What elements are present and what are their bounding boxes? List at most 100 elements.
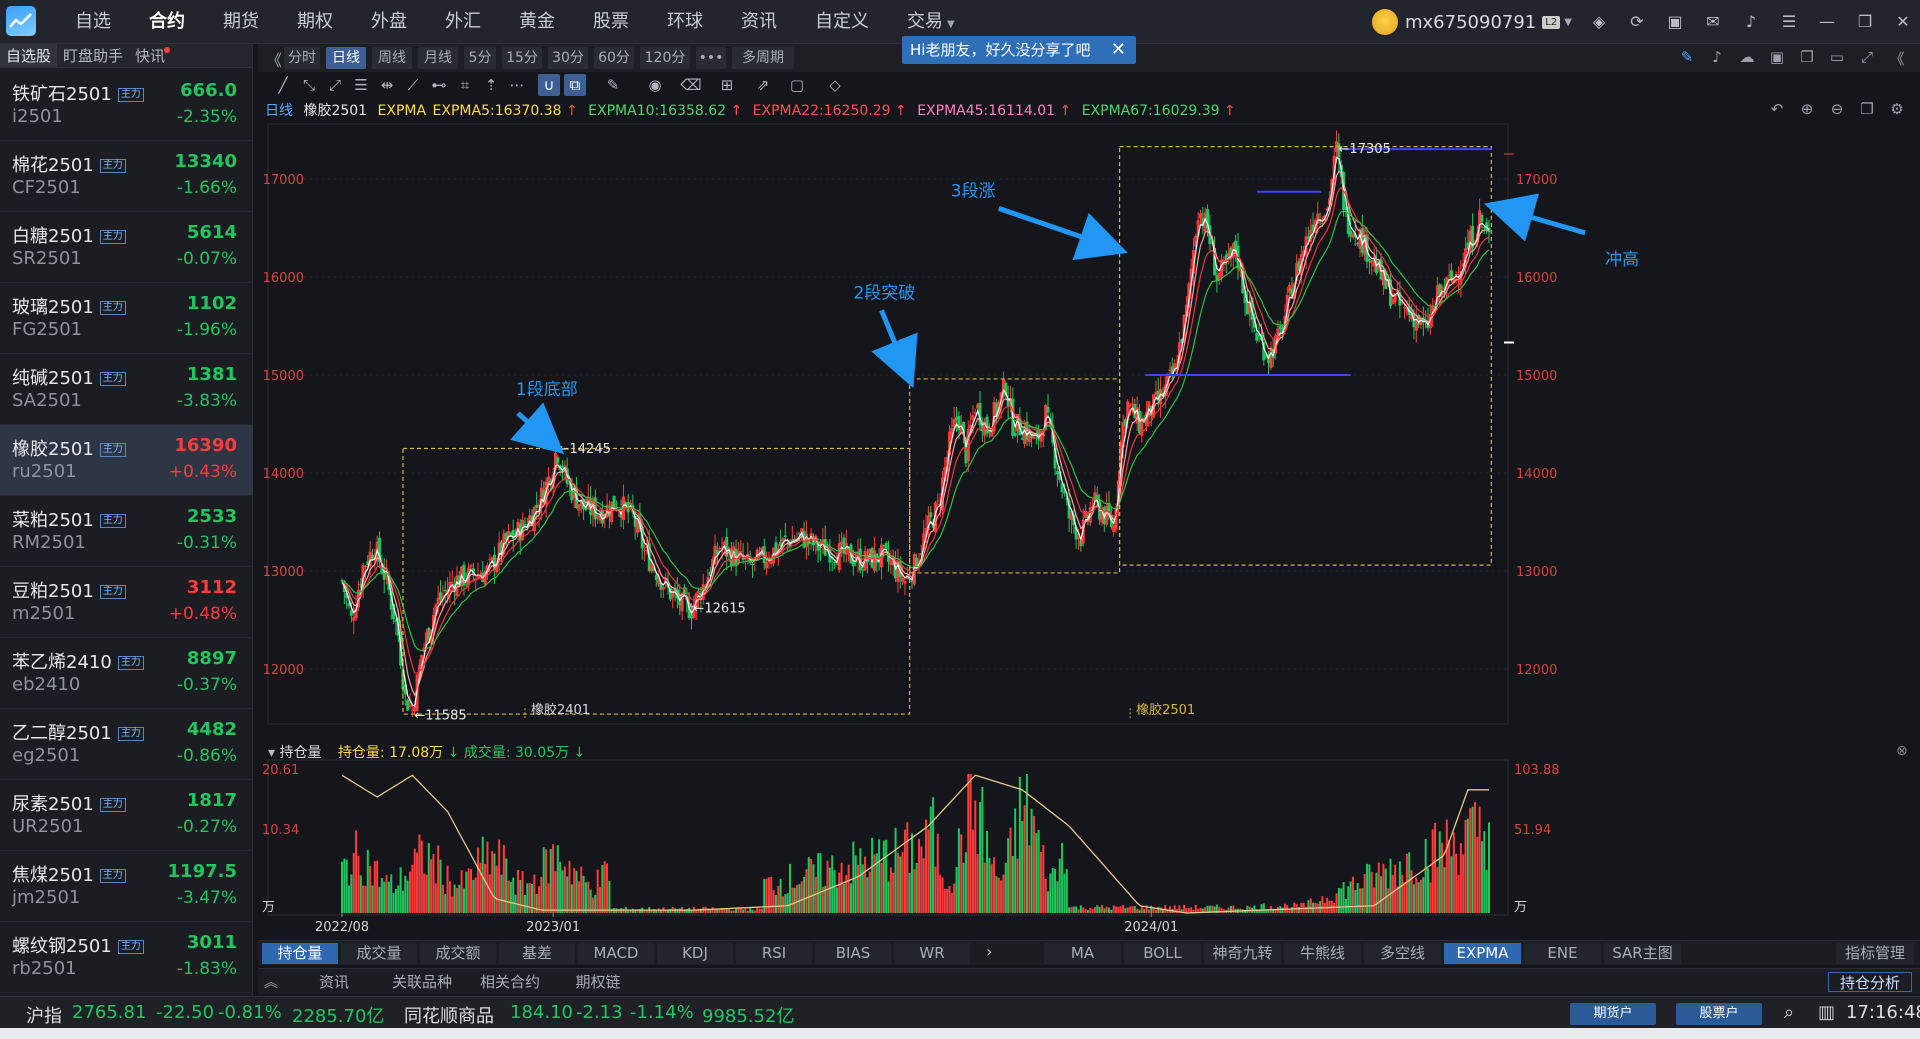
layers-icon[interactable]: ◈ bbox=[1580, 10, 1618, 34]
nav-item[interactable]: 黄金 bbox=[500, 0, 574, 44]
main-indicator-tab[interactable]: ENE bbox=[1524, 943, 1601, 964]
sub-tab[interactable]: 关联品种 bbox=[382, 972, 462, 992]
cloud-icon[interactable]: ☁ bbox=[1732, 48, 1762, 69]
segment-tool-icon[interactable]: ⤢ bbox=[324, 74, 346, 96]
nav-item[interactable]: 外盘 bbox=[352, 0, 426, 44]
chevron-down-icon[interactable]: ▾ bbox=[268, 745, 275, 761]
main-indicator-tab[interactable]: MA bbox=[1044, 943, 1121, 964]
main-indicator-tab[interactable]: EXPMA bbox=[1444, 943, 1521, 964]
period-button[interactable]: ••• bbox=[696, 47, 726, 69]
indicator-tab[interactable]: BIAS bbox=[815, 943, 891, 964]
quote-item[interactable]: 尿素2501 主力 UR2501 1817 -0.27% bbox=[0, 780, 253, 851]
indicator-tab[interactable]: 持仓量 bbox=[262, 943, 338, 964]
quote-item[interactable]: 豆粕2501 主力 m2501 3112 +0.48% bbox=[0, 567, 253, 638]
eye-icon[interactable]: ◉ bbox=[644, 74, 666, 96]
window-icon[interactable]: ❐ bbox=[1852, 100, 1882, 118]
grid-icon[interactable]: ⊞ bbox=[716, 74, 738, 96]
candlestick-chart[interactable]: 12000 12000 13000 13000 14000 14000 15000 15000… bbox=[258, 118, 1920, 940]
undo-icon[interactable]: ↶ bbox=[1762, 100, 1792, 118]
gift-icon[interactable]: ▣ bbox=[1656, 10, 1694, 34]
range-tool-icon[interactable]: ⇹ bbox=[376, 74, 398, 96]
nav-item[interactable]: 外汇 bbox=[426, 0, 500, 44]
period-button[interactable]: 5分 bbox=[464, 47, 496, 69]
tab-flash[interactable]: 快讯 bbox=[129, 44, 171, 67]
eraser-icon[interactable]: ✎ bbox=[602, 74, 624, 96]
quote-item[interactable]: 螺纹钢2501 主力 rb2501 3011 -1.83% bbox=[0, 922, 253, 993]
app-logo[interactable] bbox=[6, 6, 36, 36]
period-button[interactable]: 120分 bbox=[640, 47, 690, 69]
nav-item[interactable]: 期权 bbox=[278, 0, 352, 44]
screen-icon[interactable]: ▭ bbox=[1822, 48, 1852, 69]
nav-item[interactable]: 股票 bbox=[574, 0, 648, 44]
position-analysis-button[interactable]: 持仓分析 bbox=[1828, 972, 1912, 992]
ray-tool-icon[interactable]: ⤡ bbox=[298, 74, 320, 96]
export-icon[interactable]: ⇗ bbox=[752, 74, 774, 96]
quote-item[interactable]: 棉花2501 主力 CF2501 13340 -1.66% bbox=[0, 141, 253, 212]
nav-item[interactable]: 自定义 bbox=[796, 0, 888, 44]
magnet-icon[interactable]: ∪ bbox=[538, 74, 560, 96]
quote-item[interactable]: 菜粕2501 主力 RM2501 2533 -0.31% bbox=[0, 496, 253, 567]
quote-item[interactable]: 乙二醇2501 主力 eg2501 4482 -0.86% bbox=[0, 709, 253, 780]
trash-icon[interactable]: ⌫ bbox=[680, 74, 702, 96]
nav-item[interactable]: 资讯 bbox=[722, 0, 796, 44]
crop-tool-icon[interactable]: ⌗ bbox=[454, 74, 476, 96]
indicator-tab[interactable]: 基差 bbox=[499, 943, 575, 964]
comment-icon[interactable]: ▢ bbox=[786, 74, 808, 96]
indicator-tab[interactable]: 成交量 bbox=[341, 943, 417, 964]
avatar[interactable] bbox=[1372, 9, 1398, 35]
quote-item[interactable]: 纯碱2501 主力 SA2501 1381 -3.83% bbox=[0, 354, 253, 425]
alert-icon[interactable]: ♪ bbox=[1702, 48, 1732, 69]
close-icon[interactable]: ✕ bbox=[1884, 10, 1920, 34]
quote-item[interactable]: 苯乙烯2410 主力 eb2410 8897 -0.37% bbox=[0, 638, 253, 709]
main-indicator-tab[interactable]: SAR主图 bbox=[1604, 943, 1681, 964]
collapse-left-icon[interactable]: 《 bbox=[266, 47, 282, 71]
measure-tool-icon[interactable]: ⊷ bbox=[428, 74, 450, 96]
period-button[interactable]: 15分 bbox=[502, 47, 542, 69]
indicator-tab[interactable]: WR bbox=[894, 943, 970, 964]
main-indicator-tab[interactable]: BOLL bbox=[1124, 943, 1201, 964]
quote-item[interactable]: 焦煤2501 主力 jm2501 1197.5 -3.47% bbox=[0, 851, 253, 922]
pencil-icon[interactable]: ✎ bbox=[1672, 48, 1702, 69]
indicator-manage-button[interactable]: 指标管理 bbox=[1836, 943, 1914, 964]
quote-item[interactable]: 橡胶2501 主力 ru2501 16390 +0.43% bbox=[0, 425, 253, 496]
sub-tab[interactable]: 相关合约 bbox=[470, 972, 550, 992]
futures-account-button[interactable]: 期货户 bbox=[1570, 1003, 1656, 1025]
trend-tool-icon[interactable]: ⟋ bbox=[402, 74, 424, 96]
quote-item[interactable]: 玻璃2501 主力 FG2501 1102 -1.96% bbox=[0, 283, 253, 354]
bell-icon[interactable]: ♪ bbox=[1732, 10, 1770, 34]
indicator-tab[interactable]: KDJ bbox=[657, 943, 733, 964]
nav-item[interactable]: 环球 bbox=[648, 0, 722, 44]
tab-watchlist[interactable]: 自选股 bbox=[0, 44, 58, 67]
nav-item[interactable]: 期货 bbox=[204, 0, 278, 44]
search-icon[interactable]: ⌕ bbox=[1784, 1002, 1794, 1023]
zoom-in-icon[interactable]: ⊕ bbox=[1792, 100, 1822, 118]
expand-up-icon[interactable]: ︽ bbox=[264, 972, 278, 992]
copy-icon[interactable]: ❐ bbox=[1792, 48, 1822, 69]
period-button[interactable]: 月线 bbox=[418, 47, 458, 69]
close-icon[interactable]: ⊗ bbox=[1896, 743, 1908, 759]
fullscreen-icon[interactable]: ⤢ bbox=[1852, 48, 1882, 69]
camera-icon[interactable]: ▣ bbox=[1762, 48, 1792, 69]
settings-icon[interactable]: ⚙ bbox=[1882, 100, 1912, 118]
zoom-out-icon[interactable]: ⊖ bbox=[1822, 100, 1852, 118]
sh-index-label[interactable]: 沪指 bbox=[26, 1002, 62, 1028]
tag-icon[interactable]: ◇ bbox=[824, 74, 846, 96]
quote-item[interactable]: 白糖2501 主力 SR2501 5614 -0.07% bbox=[0, 212, 253, 283]
indicator-tab[interactable]: MACD bbox=[578, 943, 654, 964]
period-button[interactable]: 多周期 bbox=[732, 47, 794, 69]
nav-item[interactable]: 合约 bbox=[130, 0, 204, 44]
period-button[interactable]: 分时 bbox=[284, 47, 320, 69]
user-area[interactable]: mx675090791 L2 ▼ bbox=[1372, 8, 1572, 36]
notice-toast[interactable]: Hi老朋友，好久没分享了吧 ✕ bbox=[902, 36, 1136, 64]
restore-icon[interactable]: ❐ bbox=[1846, 10, 1884, 34]
chevron-down-icon[interactable]: ▼ bbox=[1564, 17, 1572, 28]
sub-tab[interactable]: 期权链 bbox=[558, 972, 638, 992]
channel-tool-icon[interactable]: ☰ bbox=[350, 74, 372, 96]
period-button[interactable]: 日线 bbox=[326, 47, 366, 69]
period-button[interactable]: 60分 bbox=[594, 47, 634, 69]
stock-account-button[interactable]: 股票户 bbox=[1676, 1003, 1762, 1025]
tab-monitor[interactable]: 盯盘助手 bbox=[57, 44, 129, 67]
period-button[interactable]: 周线 bbox=[372, 47, 412, 69]
minimize-icon[interactable]: — bbox=[1808, 10, 1846, 34]
next-arrow-icon[interactable]: › bbox=[986, 942, 992, 961]
